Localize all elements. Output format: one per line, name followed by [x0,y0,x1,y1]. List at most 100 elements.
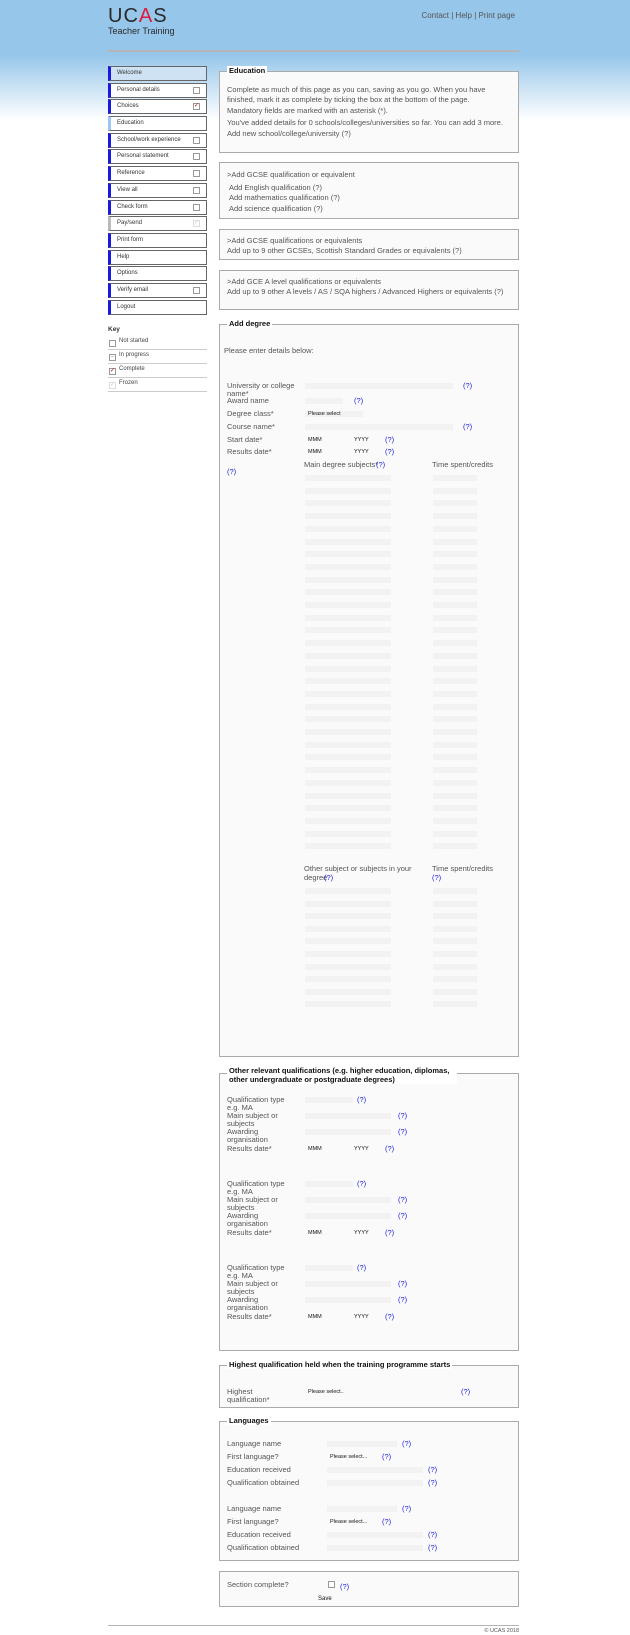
help-link[interactable]: Help [456,11,472,20]
sidebar-item-personal-statement[interactable]: Personal statement [108,149,207,165]
other-time-spent-input[interactable] [432,924,478,933]
main-subject-input[interactable] [304,728,392,736]
time-spent-input[interactable] [432,588,478,597]
qualification-type-help[interactable]: (?) [357,1179,366,1188]
sidebar-item-logout[interactable]: Logout [108,299,207,315]
sidebar-item-check-form[interactable]: Check form [108,199,207,215]
other-subjects-help[interactable]: (?) [324,873,333,882]
results-date-help[interactable]: (?) [385,447,394,456]
time-spent-input[interactable] [432,816,478,825]
sidebar-item-help[interactable]: Help [108,249,207,265]
sidebar-item-pay-send[interactable]: Pay/send ✓ [108,216,207,232]
main-subject-input[interactable] [304,613,392,622]
main-subject-input[interactable] [304,562,392,571]
main-subject-input[interactable] [304,626,392,635]
language-name-help[interactable]: (?) [402,1504,411,1513]
time-spent-input[interactable] [432,689,478,698]
education-received-help[interactable]: (?) [428,1465,437,1474]
other-subject-input[interactable] [304,899,392,908]
other-subject-input[interactable] [304,937,392,946]
main-subject-input[interactable] [304,651,392,660]
add-school-link[interactable]: Add new school/college/university (?) [227,129,511,139]
other-time-spent-input[interactable] [432,887,478,895]
time-spent-input[interactable] [432,804,478,813]
section-complete-checkbox[interactable] [328,1581,335,1588]
results-year-select[interactable]: YYYY [350,1313,380,1321]
time-spent-input[interactable] [432,639,478,648]
sidebar-item-welcome[interactable]: Welcome [108,66,207,81]
sidebar-item-verify-email[interactable]: Verify email [108,282,207,298]
first-language-select[interactable]: Please select... [326,1518,376,1526]
main-subject-input[interactable] [304,740,392,749]
qualification-type-input[interactable] [304,1264,354,1272]
time-spent-input[interactable] [432,499,478,508]
other-time-spent-input[interactable] [432,912,478,921]
main-subject-input[interactable] [304,499,392,508]
main-subject-input[interactable] [304,1280,392,1288]
main-subject-input[interactable] [304,486,392,495]
time-spent-input[interactable] [432,575,478,584]
results-date-help[interactable]: (?) [385,1228,394,1237]
time-spent-input[interactable] [432,791,478,800]
awarding-organisation-help[interactable]: (?) [398,1211,407,1220]
main-subject-input[interactable] [304,715,392,724]
start-date-help[interactable]: (?) [385,435,394,444]
start-year-select[interactable]: YYYY [350,436,380,444]
other-subject-input[interactable] [304,975,392,984]
main-subject-input[interactable] [304,804,392,813]
time-spent-input[interactable] [432,613,478,622]
main-subject-input[interactable] [304,842,392,851]
qualification-type-input[interactable] [304,1180,354,1188]
main-subjects-help[interactable]: (?) [376,460,385,469]
sidebar-item-school-work-experience[interactable]: School/work experience [108,132,207,148]
time-spent-input[interactable] [432,677,478,686]
add-maths-link[interactable]: Add mathematics qualification (?) [229,193,511,203]
sidebar-item-options[interactable]: Options [108,266,207,282]
qualification-type-help[interactable]: (?) [357,1095,366,1104]
language-name-input[interactable] [326,1440,398,1448]
time-spent-input[interactable] [432,702,478,711]
degree-class-select[interactable]: Please select [304,410,364,418]
main-subject-input[interactable] [304,702,392,711]
awarding-organisation-help[interactable]: (?) [398,1295,407,1304]
main-subject-input[interactable] [304,550,392,559]
time-spent-input[interactable] [432,842,478,851]
main-subject-input[interactable] [304,575,392,584]
time-spent-input[interactable] [432,740,478,749]
time-spent-input[interactable] [432,537,478,546]
gcse-other-link[interactable]: Add up to 9 other GCSEs, Scottish Standa… [227,246,511,256]
time-spent-input[interactable] [432,728,478,736]
results-year-select[interactable]: YYYY [350,448,380,456]
awarding-organisation-help[interactable]: (?) [398,1127,407,1136]
time-spent-input[interactable] [432,512,478,521]
main-subject-input[interactable] [304,753,392,762]
main-subject-input[interactable] [304,512,392,521]
time-spent-help[interactable]: (?) [432,873,441,882]
other-subject-input[interactable] [304,924,392,933]
time-spent-input[interactable] [432,766,478,775]
main-subject-input[interactable] [304,474,392,482]
main-subject-help[interactable]: (?) [398,1279,407,1288]
time-spent-input[interactable] [432,778,478,787]
main-subject-input[interactable] [304,524,392,533]
time-spent-input[interactable] [432,753,478,762]
add-science-link[interactable]: Add science qualification (?) [229,204,511,214]
print-page-link[interactable]: Print page [479,11,515,20]
main-subject-input[interactable] [304,664,392,673]
other-subject-input[interactable] [304,912,392,921]
sidebar-item-choices[interactable]: Choices ✓ [108,99,207,115]
qualification-obtained-input[interactable] [326,1479,424,1487]
language-name-help[interactable]: (?) [402,1439,411,1448]
awarding-organisation-input[interactable] [304,1128,392,1136]
main-subject-help[interactable]: (?) [398,1111,407,1120]
first-language-help[interactable]: (?) [382,1517,391,1526]
main-subject-input[interactable] [304,639,392,648]
other-time-spent-input[interactable] [432,987,478,996]
education-received-input[interactable] [326,1531,424,1539]
qualification-obtained-help[interactable]: (?) [428,1543,437,1552]
sidebar-item-education[interactable]: Education [108,116,207,132]
highest-help[interactable]: (?) [461,1387,470,1396]
contact-link[interactable]: Contact [421,11,449,20]
results-date-help[interactable]: (?) [385,1144,394,1153]
main-subject-input[interactable] [304,816,392,825]
